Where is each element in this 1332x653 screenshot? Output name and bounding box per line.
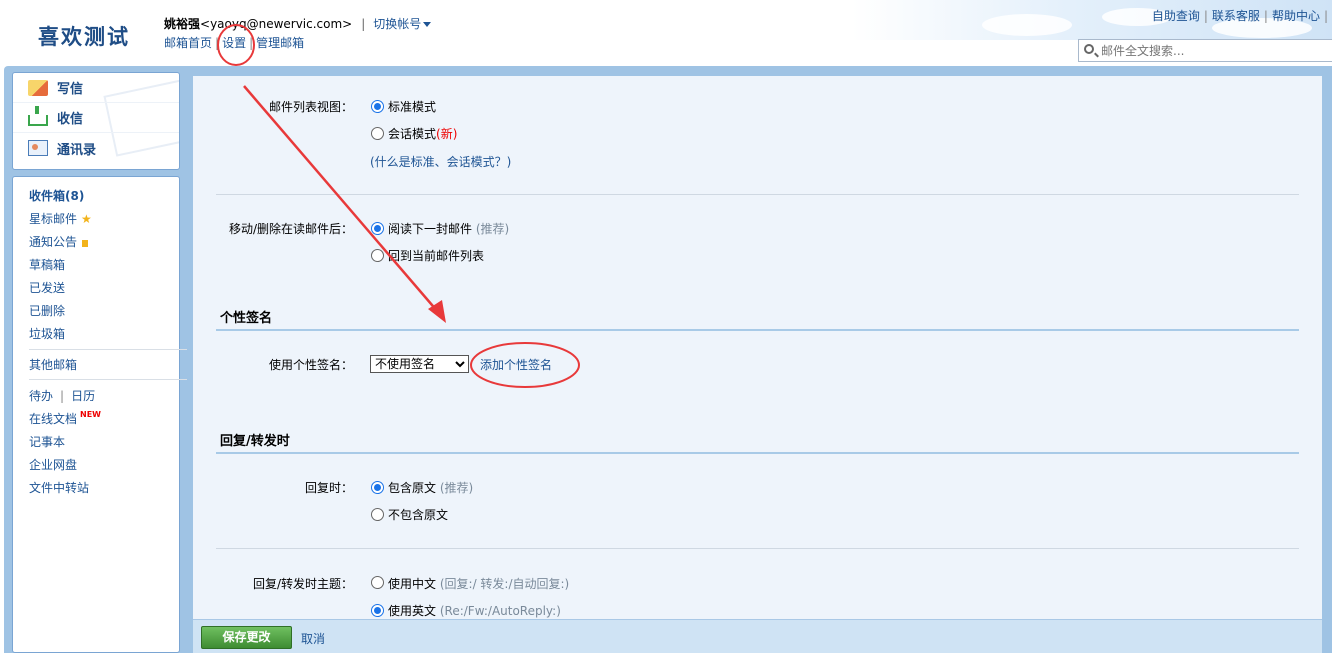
section-divider [216, 452, 1299, 454]
mode-help-link[interactable]: (什么是标准、会话模式？) [370, 153, 511, 170]
user-info: 姚裕强<yaoyq@newervic.com> | 切换帐号 [164, 15, 432, 32]
top-nav: 邮箱首页 | 设置 | 管理邮箱 [164, 34, 304, 51]
receive-mail-button[interactable]: 收信 [13, 103, 179, 133]
online-docs-link[interactable]: 在线文档 NEW [29, 410, 101, 427]
other-mailboxes-link[interactable]: 其他邮箱 [29, 356, 77, 373]
file-transfer-link[interactable]: 文件中转站 [29, 479, 89, 496]
pencil-icon [28, 79, 48, 96]
read-next-label: 阅读下一封邮件 (推荐) [388, 222, 510, 236]
netdisk-link[interactable]: 企业网盘 [29, 456, 77, 473]
todo-calendar: 待办 | 日历 [29, 389, 96, 403]
manage-mailbox-link[interactable]: 管理邮箱 [256, 36, 304, 50]
logo: 喜欢测试 [38, 25, 130, 49]
divider [216, 194, 1299, 195]
include-original-label: 包含原文 (推荐) [388, 481, 474, 495]
divider [29, 349, 187, 350]
folder-list: 收件箱(8) 星标邮件 ★ 通知公告 草稿箱 已发送 已删除 垃圾箱 其他邮箱 待… [12, 176, 187, 653]
conversation-mode-radio[interactable] [371, 127, 384, 140]
back-to-list-radio[interactable] [371, 249, 384, 262]
separator: | [361, 17, 366, 31]
chinese-subject-radio[interactable] [371, 576, 384, 589]
section-divider [216, 329, 1299, 331]
search-icon [1084, 44, 1094, 54]
settings-link[interactable]: 设置 [222, 36, 246, 50]
write-mail-button[interactable]: 写信 [13, 73, 179, 103]
folder-spam[interactable]: 垃圾箱 [29, 325, 65, 342]
contact-support-link[interactable]: 联系客服 [1212, 9, 1260, 23]
divider [216, 548, 1299, 549]
chevron-down-icon [423, 22, 432, 27]
save-changes-button[interactable]: 保存更改 [201, 626, 292, 649]
after-move-label: 移动/删除在读邮件后： [228, 222, 353, 236]
compose-panel: 写信 收信 通讯录 [12, 72, 180, 170]
user-name: 姚裕强 [164, 17, 201, 31]
todo-link[interactable]: 待办 [29, 389, 53, 403]
list-view-label: 邮件列表视图： [268, 100, 353, 114]
settings-content: 邮件列表视图： 标准模式 会话模式(新) (什么是标准、会话模式？) 移动/删除… [193, 76, 1322, 619]
action-bar: 保存更改 取消 [193, 619, 1322, 653]
back-to-list-label: 回到当前邮件列表 [388, 249, 485, 263]
signature-section-title: 个性签名 [220, 311, 273, 326]
read-next-radio[interactable] [371, 222, 384, 235]
speaker-icon [82, 240, 89, 247]
contacts-button[interactable]: 通讯录 [13, 133, 179, 163]
cancel-link[interactable]: 取消 [301, 630, 325, 647]
divider [29, 379, 187, 380]
reply-label: 回复时： [304, 481, 353, 495]
reply-section-title: 回复/转发时 [220, 434, 290, 449]
header: 喜欢测试 姚裕强<yaoyq@newervic.com> | 切换帐号 邮箱首页 | 设… [0, 0, 1332, 66]
english-subject-label: 使用英文 (Re:/Fw:/AutoReply:) [388, 604, 561, 618]
include-original-radio[interactable] [371, 481, 384, 494]
folder-sent[interactable]: 已发送 [29, 279, 65, 296]
standard-mode-label: 标准模式 [388, 100, 437, 114]
standard-mode-radio[interactable] [371, 100, 384, 113]
signature-select[interactable]: 不使用签名 [370, 355, 469, 373]
chinese-subject-label: 使用中文 (回复:/ 转发:/自动回复:) [388, 577, 570, 591]
exclude-original-label: 不包含原文 [388, 508, 449, 522]
folder-starred[interactable]: 星标邮件 ★ [29, 210, 92, 227]
notes-link[interactable]: 记事本 [29, 433, 65, 450]
separator: | [249, 36, 254, 50]
calendar-link[interactable]: 日历 [71, 389, 95, 403]
folder-drafts[interactable]: 草稿箱 [29, 256, 65, 273]
separator: | [215, 36, 220, 50]
exclude-original-radio[interactable] [371, 508, 384, 521]
help-center-link[interactable]: 帮助中心 [1272, 9, 1320, 23]
search-box [1078, 39, 1332, 62]
new-badge: NEW [80, 410, 101, 419]
mailbox-home-link[interactable]: 邮箱首页 [164, 36, 212, 50]
contact-card-icon [28, 140, 48, 156]
download-icon [28, 105, 48, 126]
add-signature-link[interactable]: 添加个性签名 [480, 356, 552, 373]
signature-label: 使用个性签名： [268, 358, 353, 372]
folder-deleted[interactable]: 已删除 [29, 302, 65, 319]
user-email: <yaoyq@newervic.com> [200, 17, 353, 31]
search-input[interactable] [1101, 40, 1331, 61]
subject-language-label: 回复/转发时主题： [252, 577, 353, 591]
folder-inbox[interactable]: 收件箱(8) [29, 187, 84, 204]
folder-notices[interactable]: 通知公告 [29, 233, 89, 250]
conversation-mode-label: 会话模式(新) [388, 127, 458, 141]
english-subject-radio[interactable] [371, 604, 384, 617]
self-service-link[interactable]: 自助查询 [1152, 9, 1200, 23]
top-links: 自助查询 | 联系客服 | 帮助中心 | [1151, 9, 1328, 23]
switch-account-link[interactable]: 切换帐号 [373, 17, 432, 31]
star-icon: ★ [81, 212, 92, 226]
